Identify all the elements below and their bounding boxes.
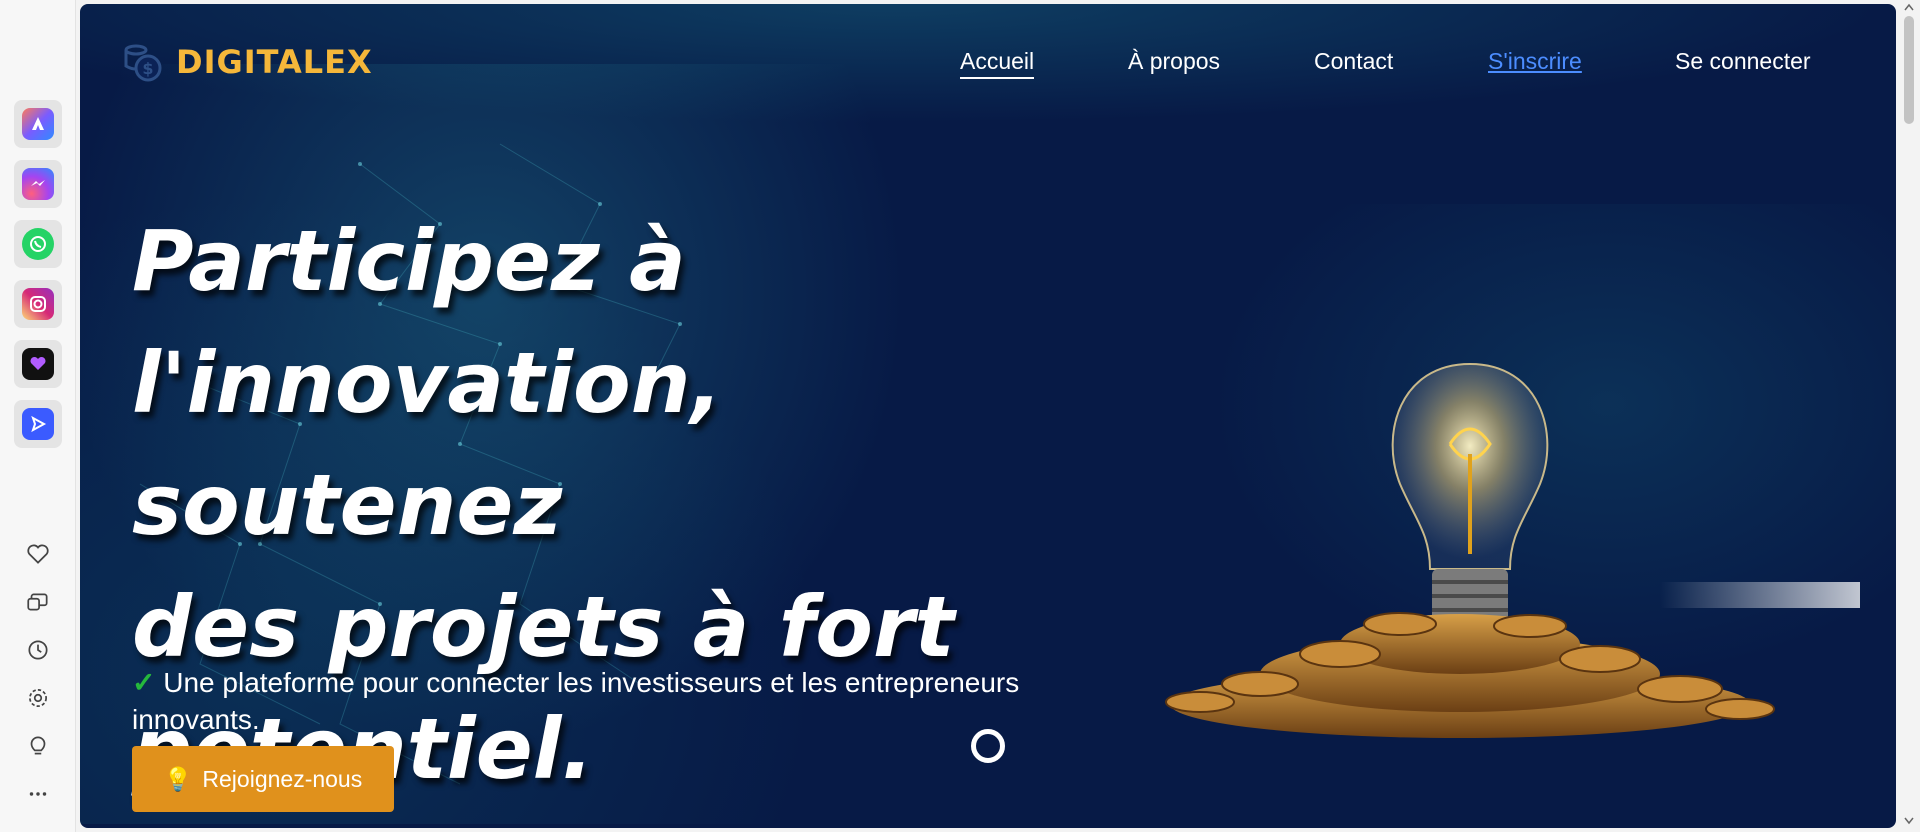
settings-icon[interactable] xyxy=(22,682,54,714)
nav-home[interactable]: Accueil xyxy=(960,48,1035,79)
instagram-icon xyxy=(22,288,54,320)
favorites-icon[interactable] xyxy=(22,538,54,570)
scrollbar-thumb[interactable] xyxy=(1904,16,1914,124)
svg-text:$: $ xyxy=(142,59,153,78)
headline-line: Participez à xyxy=(132,212,686,310)
join-button[interactable]: 💡 Rejoignez-nous xyxy=(132,746,394,812)
heart-app-icon xyxy=(22,348,54,380)
nav-contact[interactable]: Contact xyxy=(1314,48,1393,75)
whatsapp-app-button[interactable] xyxy=(14,220,62,268)
join-button-label: Rejoignez-nous xyxy=(202,765,363,792)
send-app-button[interactable] xyxy=(14,400,62,448)
nav-about[interactable]: À propos xyxy=(1128,48,1220,75)
hero-section: $ DIGITALEX Accueil À propos Contact S'i… xyxy=(80,4,1896,828)
more-icon[interactable] xyxy=(22,778,54,810)
instagram-app-button[interactable] xyxy=(14,280,62,328)
headline-line: l'innovation, soutenez xyxy=(132,334,723,554)
messenger-app-button[interactable] xyxy=(14,160,62,208)
hero-subtitle-text: Une plateforme pour connecter les invest… xyxy=(132,667,1020,735)
history-icon[interactable] xyxy=(22,634,54,666)
scroll-up-arrow-icon[interactable] xyxy=(1903,2,1915,12)
send-icon xyxy=(22,408,54,440)
nav-login[interactable]: Se connecter xyxy=(1675,48,1811,75)
browser-sidebar xyxy=(0,0,76,832)
tips-icon[interactable] xyxy=(22,730,54,762)
whatsapp-icon xyxy=(22,228,54,260)
lightbulb-icon: 💡 xyxy=(163,765,193,792)
carousel-indicator[interactable] xyxy=(971,729,1005,763)
copilot-app-button[interactable] xyxy=(14,100,62,148)
brand-logo[interactable]: $ DIGITALEX xyxy=(122,40,373,84)
tiktok-app-button[interactable] xyxy=(14,340,62,388)
coin-stack-icon: $ xyxy=(124,44,162,82)
page-scrollbar[interactable] xyxy=(1898,0,1920,832)
collections-icon[interactable] xyxy=(22,586,54,618)
copilot-icon xyxy=(22,108,54,140)
brand-name: DIGITALEX xyxy=(176,43,373,81)
hero-subtitle: ✓ Une plateforme pour connecter les inve… xyxy=(132,664,1132,738)
check-icon: ✓ xyxy=(132,667,156,698)
nav-signup[interactable]: S'inscrire xyxy=(1488,48,1582,75)
messenger-icon xyxy=(22,168,54,200)
lightbulb-coins-illustration xyxy=(1165,362,1860,738)
scroll-down-arrow-icon[interactable] xyxy=(1903,816,1915,826)
